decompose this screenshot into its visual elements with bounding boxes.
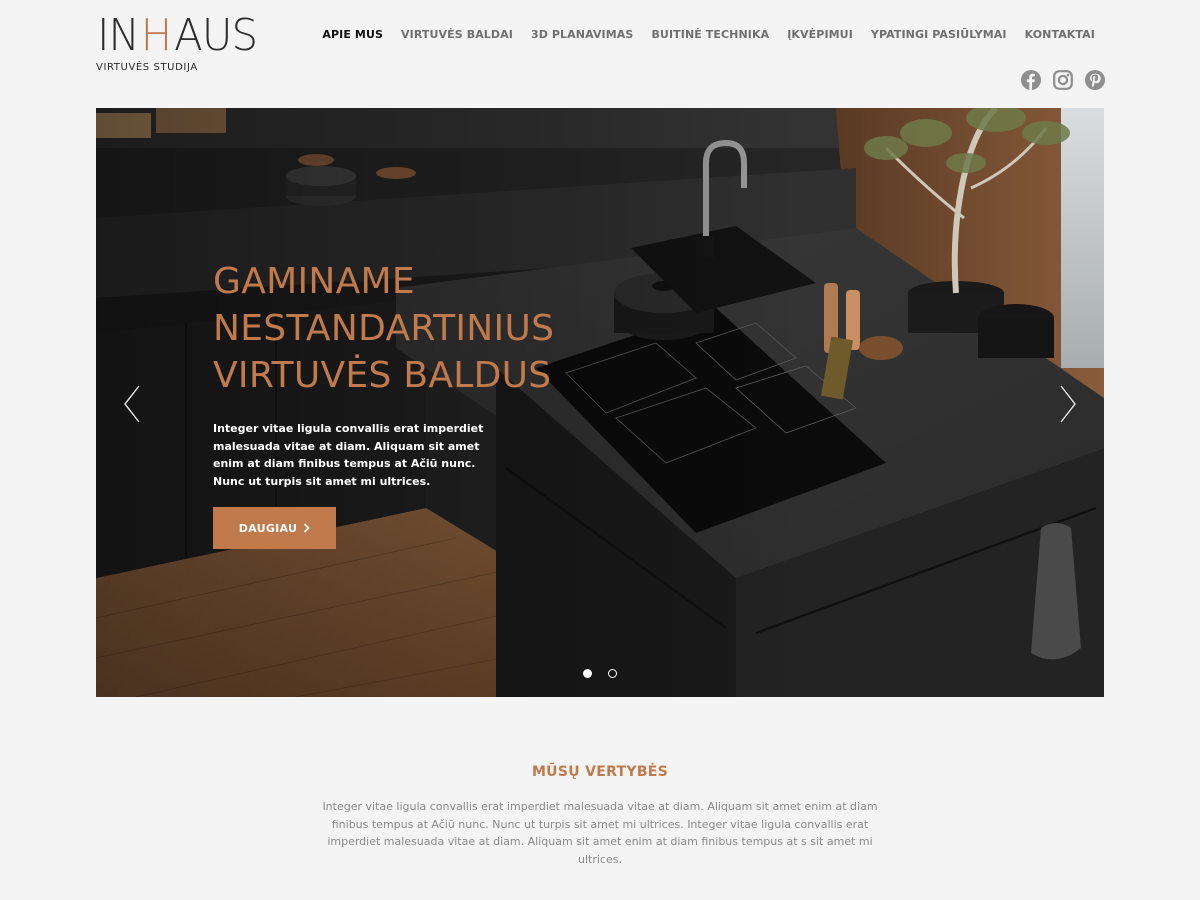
social-links	[1021, 70, 1105, 90]
chevron-right-icon	[304, 523, 310, 533]
slider-prev-arrow[interactable]	[121, 384, 143, 424]
chevron-left-icon	[124, 385, 140, 423]
logo-text-in: IN	[97, 10, 140, 61]
nav-item-ikvepimui[interactable]: ĮKVĖPIMUI	[778, 27, 862, 43]
nav-item-virtuves-baldai[interactable]: VIRTUVĖS BALDAI	[392, 27, 522, 43]
logo-wordmark: IN H AUS	[96, 10, 258, 61]
facebook-icon[interactable]	[1021, 70, 1041, 90]
slider-dot-1[interactable]	[583, 669, 592, 678]
nav-item-buitine-technika[interactable]: BUITINĖ TECHNIKA	[642, 27, 778, 43]
slider-next-arrow[interactable]	[1057, 384, 1079, 424]
values-text: Integer vitae ligula convallis erat impe…	[322, 800, 878, 866]
pinterest-icon[interactable]	[1085, 70, 1105, 90]
hero-more-button[interactable]: DAUGIAU	[213, 507, 336, 549]
nav-item-ypatingi-pasiulymai[interactable]: YPATINGI PASIŪLYMAI	[862, 27, 1016, 43]
hero-title: GAMINAME NESTANDARTINIUS VIRTUVĖS BALDUS	[213, 261, 555, 396]
logo-text-aus: AUS	[174, 10, 258, 61]
slider-pagination	[96, 669, 1104, 678]
hero-more-button-label: DAUGIAU	[238, 521, 298, 535]
values-section: MŪSŲ VERTYBĖS Integer vitae ligula conva…	[0, 764, 1200, 868]
hero-description: Integer vitae ligula convallis erat impe…	[213, 422, 484, 488]
nav-item-3d-planavimas[interactable]: 3D PLANAVIMAS	[522, 27, 642, 43]
slider-dot-2[interactable]	[608, 669, 617, 678]
nav-item-kontaktai[interactable]: KONTAKTAI	[1016, 27, 1104, 43]
instagram-icon[interactable]	[1053, 70, 1073, 90]
chevron-right-icon	[1060, 385, 1076, 423]
logo-text-h: H	[140, 10, 172, 61]
nav-item-apie-mus[interactable]: APIE MUS	[313, 27, 392, 43]
main-nav: APIE MUS VIRTUVĖS BALDAI 3D PLANAVIMAS B…	[313, 27, 1104, 43]
hero-slider: GAMINAME NESTANDARTINIUS VIRTUVĖS BALDUS…	[96, 108, 1104, 697]
logo-tagline: VIRTUVĖS STUDIJA	[96, 62, 198, 73]
values-title: MŪSŲ VERTYBĖS	[531, 764, 669, 780]
hero-overlay	[96, 108, 1104, 697]
logo[interactable]: IN H AUS VIRTUVĖS STUDIJA	[96, 10, 258, 74]
